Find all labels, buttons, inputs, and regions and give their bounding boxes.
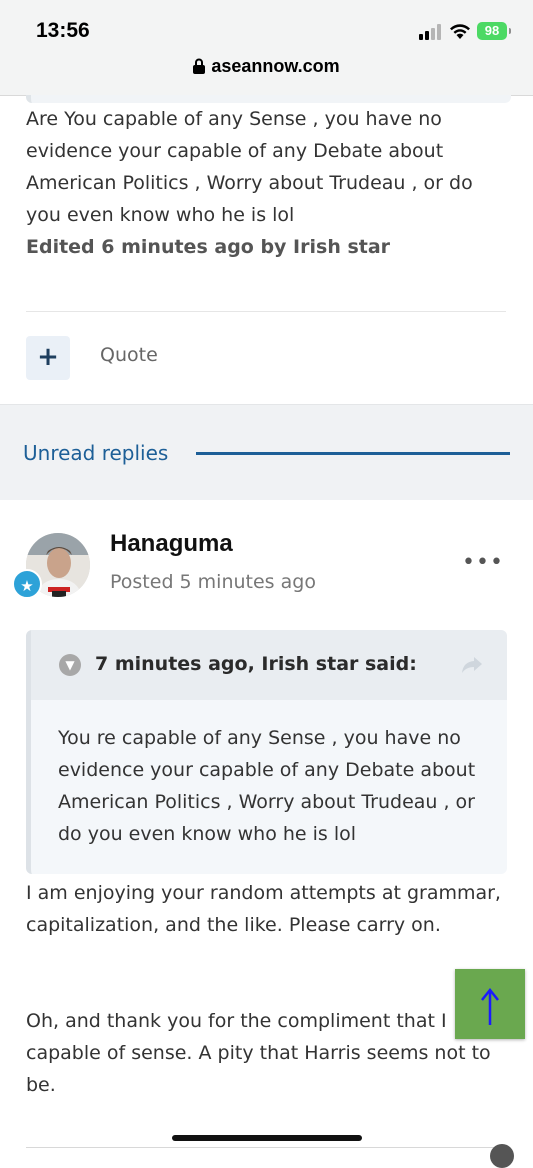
home-indicator[interactable] bbox=[172, 1135, 362, 1141]
share-icon[interactable] bbox=[461, 656, 483, 674]
reply-paragraph: I am enjoying your random attempts at gr… bbox=[26, 882, 501, 936]
edited-note: Edited 6 minutes ago by Irish star bbox=[26, 236, 391, 258]
chevron-down-icon[interactable]: ▼ bbox=[59, 654, 81, 676]
quote-text: You re capable of any Sense , you have n… bbox=[58, 727, 476, 845]
signal-icon bbox=[419, 24, 441, 40]
unread-replies-line bbox=[196, 452, 510, 455]
status-time: 13:56 bbox=[36, 19, 90, 42]
url-text: aseannow.com bbox=[211, 56, 340, 76]
unread-replies-label[interactable]: Unread replies bbox=[23, 441, 168, 465]
post-author[interactable]: Hanaguma bbox=[110, 530, 233, 558]
wifi-icon bbox=[450, 24, 470, 39]
quote-citation: 7 minutes ago, Irish star said: bbox=[95, 653, 417, 675]
quote-header: ▼ 7 minutes ago, Irish star said: bbox=[31, 630, 507, 700]
post-timestamp[interactable]: Posted 5 minutes ago bbox=[110, 571, 316, 593]
floating-action-icon[interactable] bbox=[490, 1144, 514, 1168]
unread-replies-separator: Unread replies bbox=[0, 404, 533, 500]
arrow-up-icon bbox=[481, 987, 499, 1025]
post-text: Are You capable of any Sense , you have … bbox=[26, 108, 473, 226]
multiquote-plus-button[interactable]: + bbox=[26, 336, 70, 380]
quote-button[interactable]: Quote bbox=[100, 344, 158, 366]
more-options-icon[interactable]: ••• bbox=[462, 550, 504, 575]
url-bar[interactable]: aseannow.com bbox=[0, 56, 533, 77]
divider bbox=[26, 311, 506, 312]
quote-block-edge bbox=[26, 95, 511, 103]
reply-paragraph: Oh, and thank you for the compliment tha… bbox=[26, 1010, 491, 1096]
divider bbox=[26, 1147, 496, 1148]
star-icon: ★ bbox=[12, 569, 42, 599]
lock-icon bbox=[193, 58, 206, 74]
battery-icon: 98 bbox=[477, 22, 511, 40]
quote-block: ▼ 7 minutes ago, Irish star said: You re… bbox=[26, 630, 507, 874]
browser-top-bar: 13:56 98 aseannow.com bbox=[0, 0, 533, 96]
post-body: Are You capable of any Sense , you have … bbox=[26, 103, 506, 263]
scroll-to-top-button[interactable] bbox=[455, 969, 525, 1039]
